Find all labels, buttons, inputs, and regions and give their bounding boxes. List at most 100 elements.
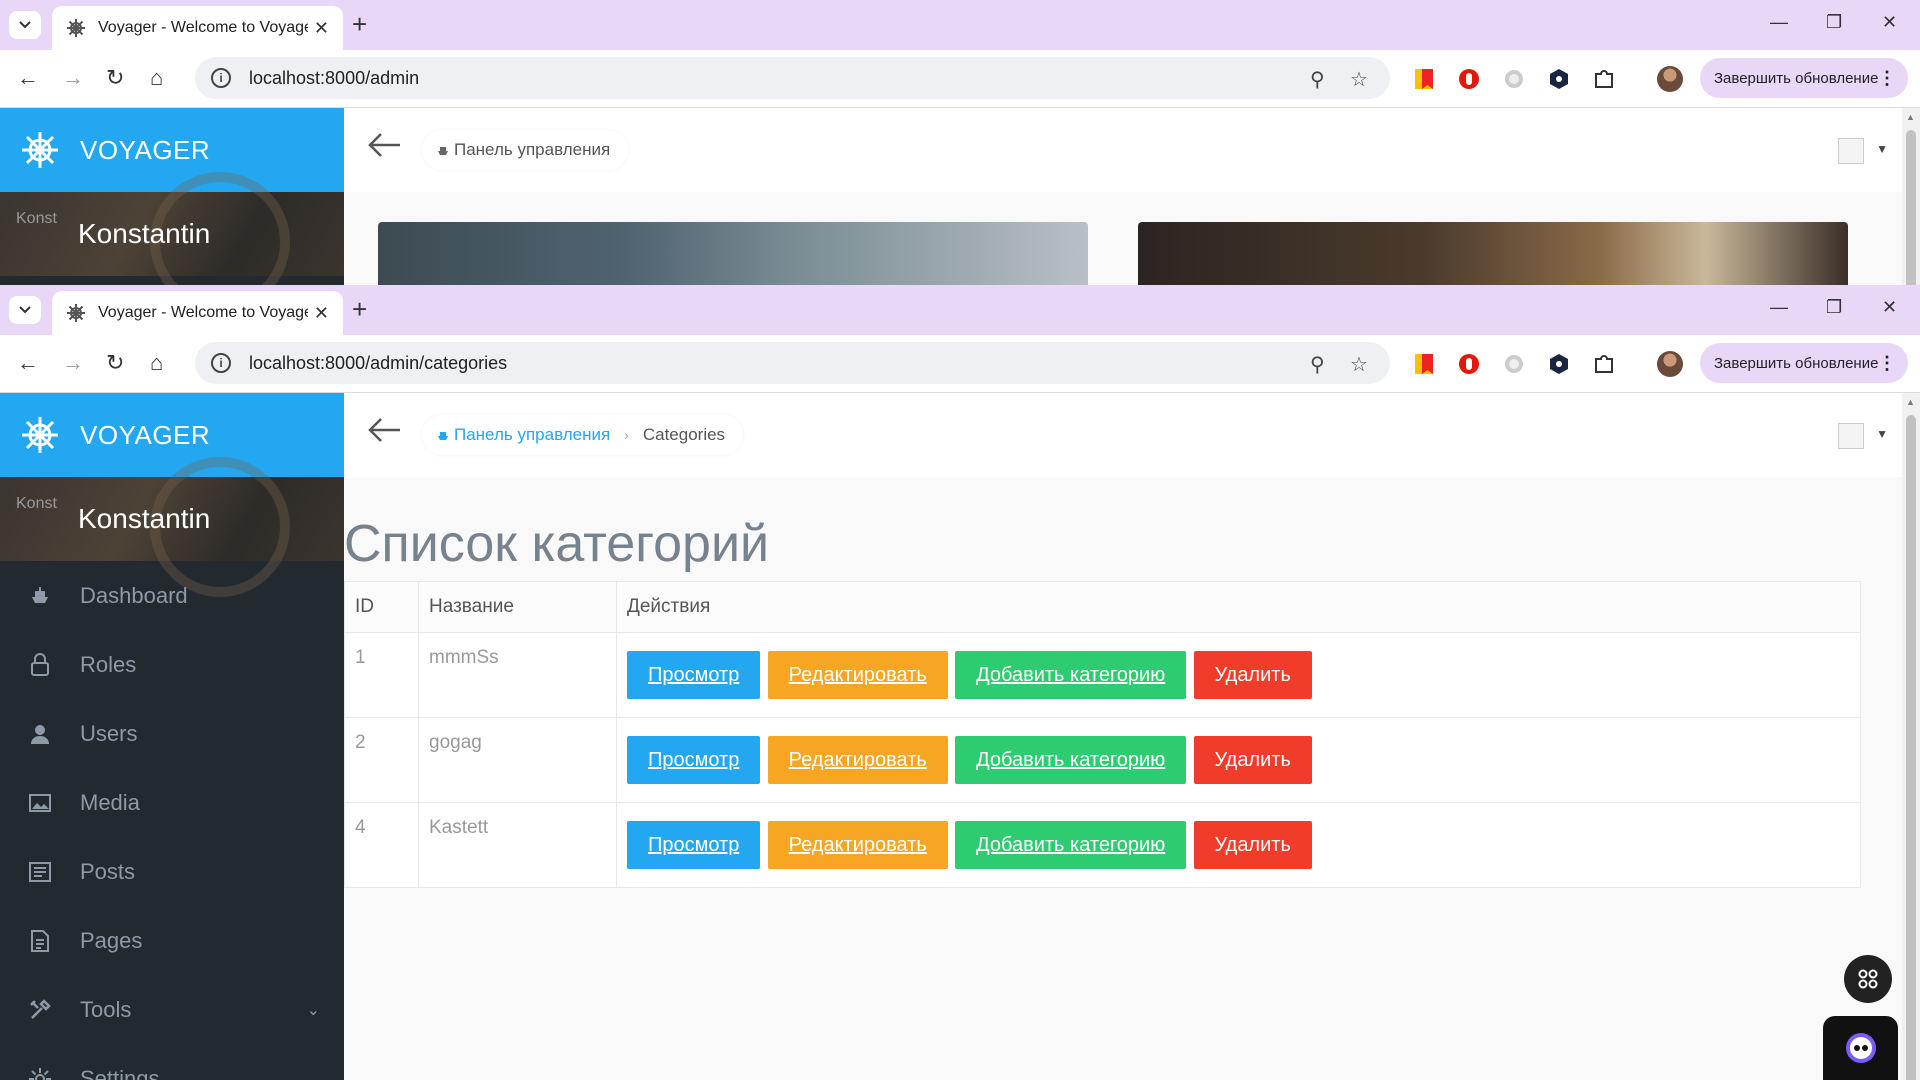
star-icon[interactable]: ☆: [1350, 352, 1368, 377]
update-button[interactable]: Завершить обновление ⋮: [1700, 343, 1908, 383]
back-icon[interactable]: ←: [17, 66, 39, 90]
close-window-button[interactable]: ✕: [1882, 297, 1897, 318]
minimize-button[interactable]: —: [1770, 297, 1788, 318]
back-arrow-icon[interactable]: [368, 132, 402, 158]
edit-button[interactable]: Редактировать: [767, 651, 948, 699]
add-category-button[interactable]: Добавить категорию: [955, 736, 1187, 784]
sidebar-item-settings[interactable]: Settings: [0, 1044, 344, 1080]
scroll-up-icon[interactable]: ▲: [1906, 397, 1915, 407]
sidebar-item-media[interactable]: Media: [0, 768, 344, 837]
home-icon[interactable]: ⌂: [150, 66, 163, 90]
address-bar[interactable]: i localhost:8000/admin ⚲ ☆: [195, 57, 1390, 99]
edit-button[interactable]: Редактировать: [767, 736, 948, 784]
user-menu-avatar[interactable]: [1838, 423, 1864, 449]
shield-extension-icon[interactable]: [1548, 353, 1570, 375]
more-menu-icon[interactable]: ⋮: [1878, 68, 1896, 89]
view-button[interactable]: Просмотр: [627, 736, 761, 784]
page-title: Список категорий: [344, 515, 770, 573]
caret-down-icon[interactable]: ▼: [1876, 427, 1888, 441]
sidebar-item-label: Media: [80, 789, 140, 815]
user-menu-avatar[interactable]: [1838, 138, 1864, 164]
apps-grid-button[interactable]: [1844, 955, 1892, 1003]
voyager-favicon-icon: [67, 19, 85, 37]
close-window-button[interactable]: ✕: [1882, 12, 1897, 33]
address-bar[interactable]: i localhost:8000/admin/categories ⚲ ☆: [195, 342, 1390, 384]
view-button[interactable]: Просмотр: [627, 651, 761, 699]
star-icon[interactable]: ☆: [1350, 67, 1368, 92]
cloud-extension-icon[interactable]: [1503, 353, 1525, 375]
scrollbar-thumb[interactable]: [1906, 415, 1916, 1080]
back-icon[interactable]: ←: [17, 351, 39, 375]
new-tab-button[interactable]: +: [352, 10, 367, 38]
sidebar-item-dashboard[interactable]: Dashboard: [0, 561, 344, 630]
profile-avatar[interactable]: [1657, 351, 1683, 377]
forward-icon[interactable]: →: [62, 351, 84, 375]
site-info-icon[interactable]: i: [211, 68, 231, 88]
tab-search-button[interactable]: [9, 11, 41, 39]
zoom-icon[interactable]: ⚲: [1310, 352, 1325, 377]
chevron-right-icon: ›: [624, 427, 629, 443]
cloud-extension-icon[interactable]: [1503, 68, 1525, 90]
browser-tab[interactable]: Voyager - Welcome to Voyager ✕: [52, 6, 343, 50]
close-tab-icon[interactable]: ✕: [314, 303, 329, 324]
new-tab-button[interactable]: +: [352, 295, 367, 323]
add-category-button[interactable]: Добавить категорию: [955, 651, 1187, 699]
scrollbar[interactable]: ▲: [1902, 393, 1920, 1080]
delete-button[interactable]: Удалить: [1193, 651, 1312, 699]
delete-button[interactable]: Удалить: [1193, 736, 1312, 784]
sidebar-item-roles[interactable]: Roles: [0, 630, 344, 699]
back-arrow-icon[interactable]: [368, 417, 402, 443]
bookmark-extension-icon[interactable]: [1413, 68, 1435, 90]
brand-bar[interactable]: VOYAGER: [0, 393, 344, 477]
minimize-button[interactable]: —: [1770, 12, 1788, 33]
sidebar-item-posts[interactable]: Posts: [0, 837, 344, 906]
site-info-icon[interactable]: i: [211, 353, 231, 373]
tab-search-button[interactable]: [9, 296, 41, 324]
zoom-icon[interactable]: ⚲: [1310, 67, 1325, 92]
cell-id: 2: [344, 717, 419, 803]
bookmark-extension-icon[interactable]: [1413, 353, 1435, 375]
scroll-up-icon[interactable]: ▲: [1906, 112, 1915, 122]
forward-icon[interactable]: →: [62, 66, 84, 90]
settings-helm-icon: [22, 132, 58, 168]
user-profile[interactable]: Konst Konstantin: [0, 172, 344, 285]
breadcrumb-home[interactable]: Панель управления: [436, 425, 610, 445]
assistant-widget-button[interactable]: [1823, 1016, 1898, 1080]
gear-icon: [28, 1067, 52, 1080]
edit-button[interactable]: Редактировать: [767, 821, 948, 869]
extensions-puzzle-icon[interactable]: [1593, 68, 1615, 90]
more-menu-icon[interactable]: ⋮: [1878, 353, 1896, 374]
sidebar-item-tools[interactable]: Tools ⌄: [0, 975, 344, 1044]
lock-icon: [28, 652, 52, 677]
view-button[interactable]: Просмотр: [627, 821, 761, 869]
user-profile[interactable]: Konst Konstantin: [0, 457, 344, 597]
dashboard-boat-icon: [438, 147, 448, 155]
adblock-extension-icon[interactable]: [1458, 353, 1480, 375]
command-icon: [1858, 969, 1878, 989]
reload-icon[interactable]: ↻: [106, 66, 124, 90]
extensions-puzzle-icon[interactable]: [1593, 353, 1615, 375]
chevron-down-icon[interactable]: ⌄: [307, 1000, 320, 1020]
scrollbar[interactable]: ▲: [1902, 108, 1920, 285]
update-button-label: Завершить обновление: [1714, 69, 1879, 87]
update-button[interactable]: Завершить обновление ⋮: [1700, 58, 1908, 98]
add-category-button[interactable]: Добавить категорию: [955, 821, 1187, 869]
reload-icon[interactable]: ↻: [106, 351, 124, 375]
shield-extension-icon[interactable]: [1548, 68, 1570, 90]
adblock-extension-icon[interactable]: [1458, 68, 1480, 90]
close-tab-icon[interactable]: ✕: [314, 18, 329, 39]
delete-button[interactable]: Удалить: [1193, 821, 1312, 869]
sidebar-item-users[interactable]: Users: [0, 699, 344, 768]
restore-button[interactable]: ❐: [1826, 297, 1842, 318]
home-icon[interactable]: ⌂: [150, 351, 163, 375]
breadcrumb-home[interactable]: Панель управления: [436, 140, 610, 160]
sidebar-item-pages[interactable]: Pages: [0, 906, 344, 975]
restore-button[interactable]: ❐: [1826, 12, 1842, 33]
profile-name: Konstantin: [78, 218, 211, 249]
scrollbar-thumb[interactable]: [1906, 130, 1916, 285]
column-header-actions: Действия: [616, 581, 1861, 633]
brand-bar[interactable]: VOYAGER: [0, 108, 344, 192]
browser-tab[interactable]: Voyager - Welcome to Voyager ✕: [52, 291, 343, 335]
caret-down-icon[interactable]: ▼: [1876, 142, 1888, 156]
profile-avatar[interactable]: [1657, 66, 1683, 92]
